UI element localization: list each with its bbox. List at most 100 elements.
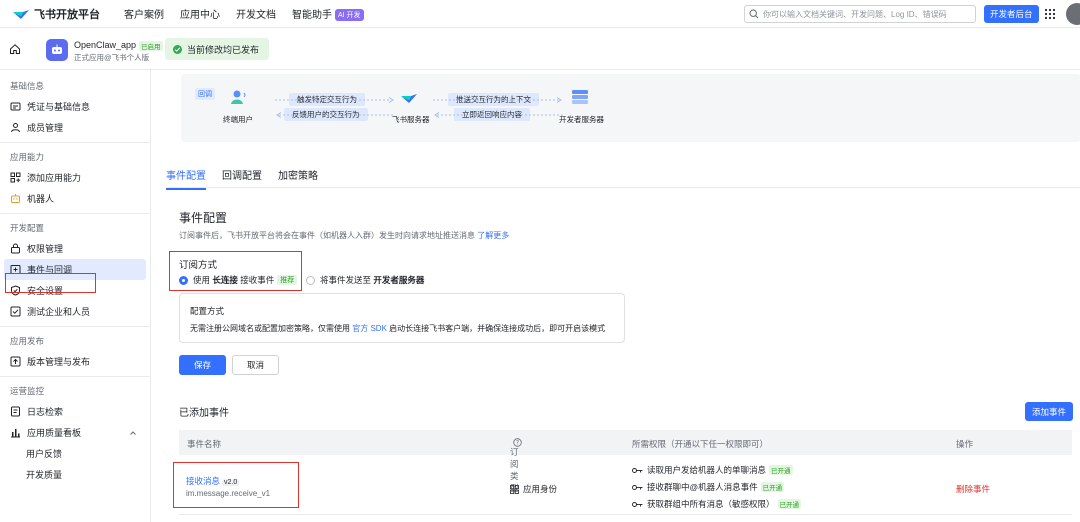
sidebar-item-permissions[interactable]: 权限管理 bbox=[0, 238, 150, 259]
permission-label: 获取群组中所有消息（敏感权限） bbox=[647, 499, 775, 509]
sidebar-item-dev-quality[interactable]: 开发质量 bbox=[0, 464, 150, 485]
app-header: OpenClaw_app 已启用 正式应用@飞书个人版 当前修改均已发布 bbox=[0, 28, 1080, 70]
chevron-up-icon bbox=[130, 431, 136, 435]
robot-app-icon bbox=[52, 44, 62, 54]
add-event-button[interactable]: 添加事件 bbox=[1025, 402, 1074, 421]
nav-link-app-center[interactable]: 应用中心 bbox=[180, 6, 220, 21]
search-input[interactable] bbox=[763, 9, 973, 19]
option2-prefix: 将事件发送至 bbox=[320, 275, 372, 285]
sidebar-item-add-capability[interactable]: 添加应用能力 bbox=[0, 167, 150, 188]
sidebar-item-robot[interactable]: 机器人 bbox=[0, 188, 150, 209]
feishu-logo-icon bbox=[13, 9, 29, 19]
sidebar-divider bbox=[0, 142, 150, 143]
permission-label: 读取用户发给机器人的单聊消息 bbox=[647, 465, 767, 475]
sidebar-item-label: 测试企业和人员 bbox=[27, 307, 91, 317]
nav-link-cases[interactable]: 客户案例 bbox=[124, 6, 164, 21]
save-button[interactable]: 保存 bbox=[179, 355, 226, 375]
added-events-title: 已添加事件 bbox=[179, 408, 229, 419]
arrow-right-icon bbox=[433, 97, 562, 103]
config-method-title: 配置方式 bbox=[190, 306, 225, 316]
search-box bbox=[744, 5, 976, 23]
sidebar-item-label: 成员管理 bbox=[27, 123, 64, 133]
nav-link-docs[interactable]: 开发文档 bbox=[236, 6, 276, 21]
column-permissions: 所需权限（开通以下任一权限即可） bbox=[632, 439, 769, 449]
app-identity-icon bbox=[510, 484, 519, 494]
sidebar-group-basic: 基础信息 bbox=[10, 81, 45, 91]
developer-console-button[interactable]: 开发者后台 bbox=[984, 5, 1039, 23]
sidebar-item-label: 凭证与基础信息 bbox=[27, 102, 91, 112]
chart-icon bbox=[11, 429, 20, 438]
permission-status-tag: 已开通 bbox=[769, 465, 793, 475]
table-row: 接收消息 v2.0 im.message.receive_v1 应用身份 读取用户… bbox=[179, 455, 1072, 515]
published-status: 当前修改均已发布 bbox=[165, 38, 270, 60]
grid-plus-icon bbox=[10, 172, 21, 183]
app-status-tag: 已启用 bbox=[139, 40, 163, 51]
credential-icon bbox=[10, 102, 21, 111]
sidebar-item-user-feedback[interactable]: 用户反馈 bbox=[0, 443, 150, 464]
highlight-box-subscription bbox=[169, 251, 302, 291]
highlight-box-event-row bbox=[173, 462, 299, 508]
nav-link-assistant[interactable]: 智能助手 AI 开发 bbox=[292, 6, 364, 22]
config-method-text-1: 无需注册公网域名或配置加密策略，仅需使用 bbox=[190, 324, 350, 333]
config-method-text-2: 启动长连接飞书客户端，并确保连接成功后，即可开启该模式 bbox=[389, 324, 606, 333]
subscription-type-text: 应用身份 bbox=[523, 484, 558, 494]
logo[interactable]: 飞书开放平台 bbox=[12, 6, 100, 22]
test-icon bbox=[10, 306, 21, 317]
end-user-icon bbox=[231, 90, 246, 104]
arrow-left-icon bbox=[434, 112, 563, 118]
callback-flow-diagram: 回调 终端用户 触发特定交互行为 反馈用户的交互行为 飞书服务器 推送交互行为的… bbox=[181, 74, 1080, 142]
subscription-type: 应用身份 bbox=[510, 483, 557, 495]
permission-item: 获取群组中所有消息（敏感权限） 已开通 bbox=[632, 498, 802, 510]
published-status-text: 当前修改均已发布 bbox=[187, 44, 260, 55]
app-name: OpenClaw_app 已启用 bbox=[74, 40, 163, 51]
feishu-server-icon bbox=[401, 94, 417, 103]
key-icon bbox=[632, 467, 643, 473]
app-name-text: OpenClaw_app bbox=[74, 40, 137, 50]
flow-tag: 回调 bbox=[195, 88, 215, 100]
config-method-text: 无需注册公网域名或配置加密策略，仅需使用 官方 SDK 启动长连接飞书客户端，并… bbox=[190, 323, 605, 334]
events-table-header: 事件名称 订阅类型 ? 所需权限（开通以下任一权限即可） 操作 bbox=[179, 430, 1072, 493]
apps-grid-icon[interactable] bbox=[1044, 8, 1056, 20]
tab-divider bbox=[166, 187, 1080, 188]
sidebar-item-versions[interactable]: 版本管理与发布 bbox=[0, 351, 150, 372]
lock-icon bbox=[11, 243, 20, 254]
sidebar-item-label: 版本管理与发布 bbox=[27, 357, 91, 367]
app-subtitle: 正式应用@飞书个人版 bbox=[74, 53, 150, 62]
main-content: 回调 终端用户 触发特定交互行为 反馈用户的交互行为 飞书服务器 推送交互行为的… bbox=[151, 70, 1080, 522]
developer-server-icon bbox=[572, 90, 588, 104]
sidebar-group-monitoring: 运营监控 bbox=[10, 386, 45, 396]
section-title: 事件配置 bbox=[179, 211, 228, 225]
sidebar-item-test-users[interactable]: 测试企业和人员 bbox=[0, 301, 150, 322]
permission-item: 接收群聊中@机器人消息事件 已开通 bbox=[632, 481, 785, 493]
nav-link-assistant-label: 智能助手 bbox=[292, 9, 332, 21]
sidebar-item-label: 权限管理 bbox=[27, 244, 64, 254]
sidebar: 基础信息 凭证与基础信息 成员管理 应用能力 添加应用能力 机器人 开发配置 权… bbox=[0, 70, 151, 522]
search-icon bbox=[749, 9, 759, 19]
sidebar-item-label: 应用质量看板 bbox=[27, 428, 82, 438]
flow-node-end-user: 终端用户 bbox=[223, 115, 253, 124]
ai-badge: AI 开发 bbox=[335, 9, 364, 22]
cancel-button[interactable]: 取消 bbox=[232, 355, 279, 375]
arrow-right-icon bbox=[275, 97, 394, 103]
sidebar-group-capabilities: 应用能力 bbox=[10, 152, 45, 162]
sidebar-item-label: 添加应用能力 bbox=[27, 173, 82, 183]
permission-status-tag: 已开通 bbox=[760, 482, 785, 492]
sidebar-divider bbox=[0, 213, 150, 214]
official-sdk-link[interactable]: 官方 SDK bbox=[352, 324, 387, 333]
sidebar-item-log-search[interactable]: 日志检索 bbox=[0, 401, 150, 422]
sidebar-group-dev-config: 开发配置 bbox=[10, 223, 45, 233]
column-event-name: 事件名称 bbox=[187, 439, 222, 449]
sidebar-item-quality-dashboard[interactable]: 应用质量看板 bbox=[0, 422, 150, 443]
sidebar-item-members[interactable]: 成员管理 bbox=[0, 117, 150, 138]
sidebar-item-label: 日志检索 bbox=[27, 407, 64, 417]
flow-node-dev-server: 开发者服务器 bbox=[559, 115, 604, 124]
arrow-left-icon bbox=[276, 112, 395, 118]
sidebar-item-credentials[interactable]: 凭证与基础信息 bbox=[0, 96, 150, 117]
delete-event-link[interactable]: 删除事件 bbox=[956, 483, 990, 495]
radio-developer-server[interactable]: 将事件发送至 开发者服务器 bbox=[306, 274, 424, 286]
learn-more-link[interactable]: 了解更多 bbox=[477, 231, 509, 240]
sidebar-divider bbox=[0, 376, 150, 377]
user-avatar[interactable] bbox=[1066, 3, 1080, 25]
home-icon[interactable] bbox=[9, 43, 21, 55]
sidebar-item-label: 机器人 bbox=[27, 194, 55, 204]
